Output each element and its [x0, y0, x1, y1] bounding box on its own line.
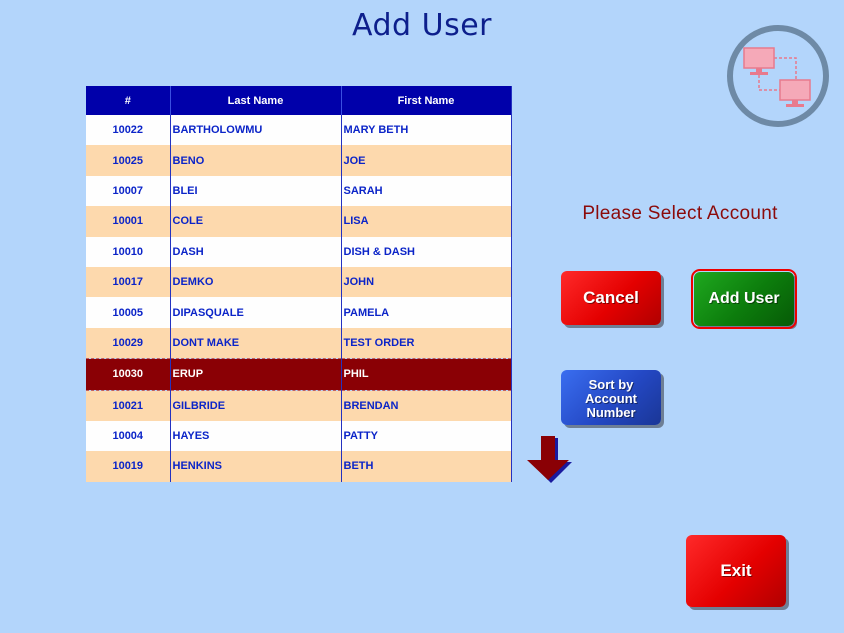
first-name: TEST ORDER [341, 327, 512, 359]
cancel-button[interactable]: Cancel [561, 271, 661, 325]
page-title: Add User [352, 8, 492, 43]
last-name: COLE [170, 206, 342, 237]
last-name: BENO [170, 145, 342, 176]
first-name: PHIL [341, 358, 512, 391]
account-number: 10010 [86, 236, 171, 267]
select-account-prompt: Please Select Account [582, 203, 778, 224]
account-number: 10022 [86, 115, 171, 146]
account-number: 10021 [86, 390, 171, 421]
table-row[interactable]: 10005 DIPASQUALE PAMELA [86, 297, 512, 328]
last-name: DIPASQUALE [170, 297, 342, 328]
sort-label-line1: Sort by [588, 376, 634, 392]
last-name: BLEI [170, 175, 342, 207]
first-name: PATTY [341, 420, 512, 452]
sort-label-line3: Number [586, 404, 636, 420]
add-user-button[interactable]: Add User [691, 269, 797, 329]
table-row[interactable]: 10017 DEMKO JOHN [86, 266, 512, 298]
table-row[interactable]: 10025 BENO JOE [86, 145, 512, 176]
first-name: DISH & DASH [341, 236, 512, 267]
last-name: GILBRIDE [170, 390, 342, 421]
table-header: # Last Name First Name [86, 86, 512, 115]
account-number: 10019 [86, 451, 171, 482]
arrow-down-icon[interactable] [527, 436, 573, 484]
account-number: 10007 [86, 175, 171, 207]
table-row[interactable]: 10019 HENKINS BETH [86, 451, 512, 482]
column-header-last-name[interactable]: Last Name [170, 86, 342, 115]
last-name: BARTHOLOWMU [170, 115, 342, 146]
first-name: JOHN [341, 266, 512, 298]
table-row[interactable]: 10022 BARTHOLOWMU MARY BETH [86, 115, 512, 146]
table-row[interactable]: 10007 BLEI SARAH [86, 175, 512, 207]
table-row-selected[interactable]: 10030 ERUP PHIL [86, 358, 512, 391]
last-name: ERUP [170, 358, 342, 391]
last-name: DEMKO [170, 266, 342, 298]
column-header-first-name[interactable]: First Name [341, 86, 512, 115]
table-row[interactable]: 10001 COLE LISA [86, 206, 512, 237]
table-row[interactable]: 10004 HAYES PATTY [86, 420, 512, 452]
account-number: 10030 [86, 358, 171, 391]
account-number: 10005 [86, 297, 171, 328]
first-name: LISA [341, 206, 512, 237]
last-name: HENKINS [170, 451, 342, 482]
last-name: HAYES [170, 420, 342, 452]
last-name: DONT MAKE [170, 327, 342, 359]
first-name: BRENDAN [341, 390, 512, 421]
column-header-number[interactable]: # [86, 86, 171, 115]
first-name: PAMELA [341, 297, 512, 328]
last-name: DASH [170, 236, 342, 267]
sort-by-account-number-button[interactable]: Sort by Account Number [561, 370, 661, 425]
user-table: # Last Name First Name 10022 BARTHOLOWMU… [86, 86, 512, 482]
first-name: BETH [341, 451, 512, 482]
account-number: 10029 [86, 327, 171, 359]
account-number: 10004 [86, 420, 171, 452]
first-name: JOE [341, 145, 512, 176]
exit-button[interactable]: Exit [686, 535, 786, 607]
table-row[interactable]: 10021 GILBRIDE BRENDAN [86, 390, 512, 421]
sort-label-line2: Account [585, 390, 637, 406]
account-number: 10025 [86, 145, 171, 176]
account-number: 10001 [86, 206, 171, 237]
first-name: SARAH [341, 175, 512, 207]
table-row[interactable]: 10029 DONT MAKE TEST ORDER [86, 327, 512, 359]
table-row[interactable]: 10010 DASH DISH & DASH [86, 236, 512, 267]
network-computers-icon [727, 25, 829, 127]
account-number: 10017 [86, 266, 171, 298]
first-name: MARY BETH [341, 115, 512, 146]
